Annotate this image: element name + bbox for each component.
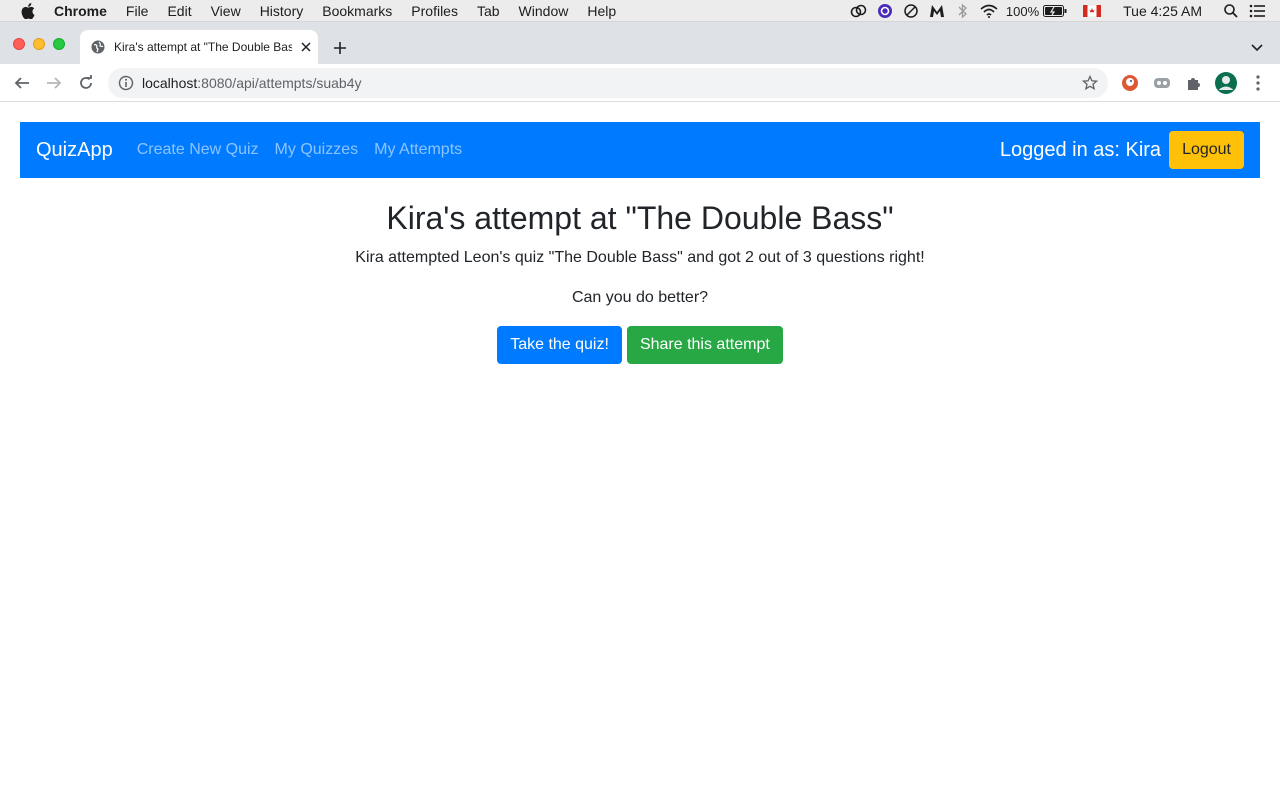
apple-icon[interactable] — [20, 2, 36, 19]
share-attempt-button[interactable]: Share this attempt — [626, 326, 783, 364]
extensions-puzzle-icon[interactable] — [1184, 73, 1204, 93]
menu-tab[interactable]: Tab — [477, 3, 500, 19]
menu-window[interactable]: Window — [519, 3, 569, 19]
profile-avatar-icon[interactable] — [1214, 71, 1238, 95]
challenge-prompt: Can you do better? — [571, 289, 709, 306]
nav-link-create-new-quiz[interactable]: Create New Quiz — [137, 141, 259, 159]
chrome-menu-icon[interactable] — [1248, 73, 1268, 93]
window-close-button[interactable] — [13, 38, 25, 50]
battery-icon[interactable] — [1043, 2, 1067, 20]
logged-in-user-text: Logged in as: Kira — [999, 138, 1162, 161]
do-not-disturb-icon[interactable] — [902, 2, 920, 20]
menu-history[interactable]: History — [260, 3, 304, 19]
vpn-icon[interactable] — [876, 2, 894, 20]
input-source-flag-icon[interactable] — [1083, 2, 1102, 20]
globe-icon — [90, 39, 106, 55]
web-page: QuizApp Create New Quiz My Quizzes My At… — [0, 103, 1280, 800]
browser-toolbar: localhost:8080/api/attempts/suab4y — [0, 64, 1280, 102]
navbar-user-area: Logged in as: Kira Logout — [1000, 131, 1244, 169]
menu-view[interactable]: View — [211, 3, 241, 19]
menu-help[interactable]: Help — [587, 3, 616, 19]
nav-link-my-attempts[interactable]: My Attempts — [374, 141, 462, 159]
creative-cloud-icon[interactable] — [850, 2, 868, 20]
url-path: :8080/api/attempts/suab4y — [197, 75, 362, 91]
app-navbar: QuizApp Create New Quiz My Quizzes My At… — [20, 122, 1260, 178]
url-host: localhost — [142, 75, 198, 91]
menu-file[interactable]: File — [126, 3, 149, 19]
take-quiz-button[interactable]: Take the quiz! — [497, 326, 622, 364]
menu-app-name[interactable]: Chrome — [54, 3, 107, 19]
tab-close-icon[interactable] — [298, 39, 314, 55]
nav-link-my-quizzes[interactable]: My Quizzes — [275, 141, 359, 159]
duckduckgo-extension-icon[interactable] — [1120, 73, 1140, 93]
wifi-icon[interactable] — [980, 2, 998, 20]
browser-tab-strip: Kira's attempt at "The Double Bass" — [0, 22, 1280, 64]
battery-percentage: 100% — [1005, 3, 1040, 19]
menu-edit[interactable]: Edit — [167, 3, 191, 19]
url-text[interactable]: localhost:8080/api/attempts/suab4y — [142, 75, 362, 91]
page-title: Kira's attempt at "The Double Bass" — [386, 200, 894, 236]
malwarebytes-icon[interactable] — [928, 2, 946, 20]
macos-menu-bar: Chrome File Edit View History Bookmarks … — [0, 0, 1280, 22]
menu-profiles[interactable]: Profiles — [411, 3, 458, 19]
active-tab[interactable]: Kira's attempt at "The Double Bass" — [80, 30, 318, 64]
menu-bookmarks[interactable]: Bookmarks — [322, 3, 392, 19]
attempt-content: Kira's attempt at "The Double Bass" Kira… — [0, 198, 1280, 364]
bookmark-star-icon[interactable] — [1081, 74, 1099, 91]
menu-clock[interactable]: Tue 4:25 AM — [1123, 3, 1202, 19]
extension-mask-icon[interactable] — [1152, 73, 1172, 93]
tab-title: Kira's attempt at "The Double Bass" — [114, 40, 292, 54]
spotlight-search-icon[interactable] — [1222, 2, 1240, 20]
forward-arrow-icon[interactable] — [44, 73, 64, 93]
site-info-icon[interactable] — [118, 75, 134, 91]
action-buttons: Take the quiz! Share this attempt — [0, 326, 1280, 364]
reload-icon[interactable] — [76, 73, 96, 93]
bluetooth-icon[interactable] — [954, 2, 972, 20]
new-tab-icon[interactable] — [330, 38, 350, 58]
address-bar[interactable]: localhost:8080/api/attempts/suab4y — [108, 68, 1108, 98]
window-minimize-button[interactable] — [33, 38, 45, 50]
window-zoom-button[interactable] — [53, 38, 65, 50]
logout-button[interactable]: Logout — [1169, 131, 1244, 169]
back-arrow-icon[interactable] — [12, 73, 32, 93]
notification-center-icon[interactable] — [1248, 2, 1266, 20]
navbar-brand[interactable]: QuizApp — [36, 139, 113, 162]
attempt-summary: Kira attempted Leon's quiz "The Double B… — [355, 249, 925, 266]
tab-search-chevron-icon[interactable] — [1250, 40, 1266, 56]
